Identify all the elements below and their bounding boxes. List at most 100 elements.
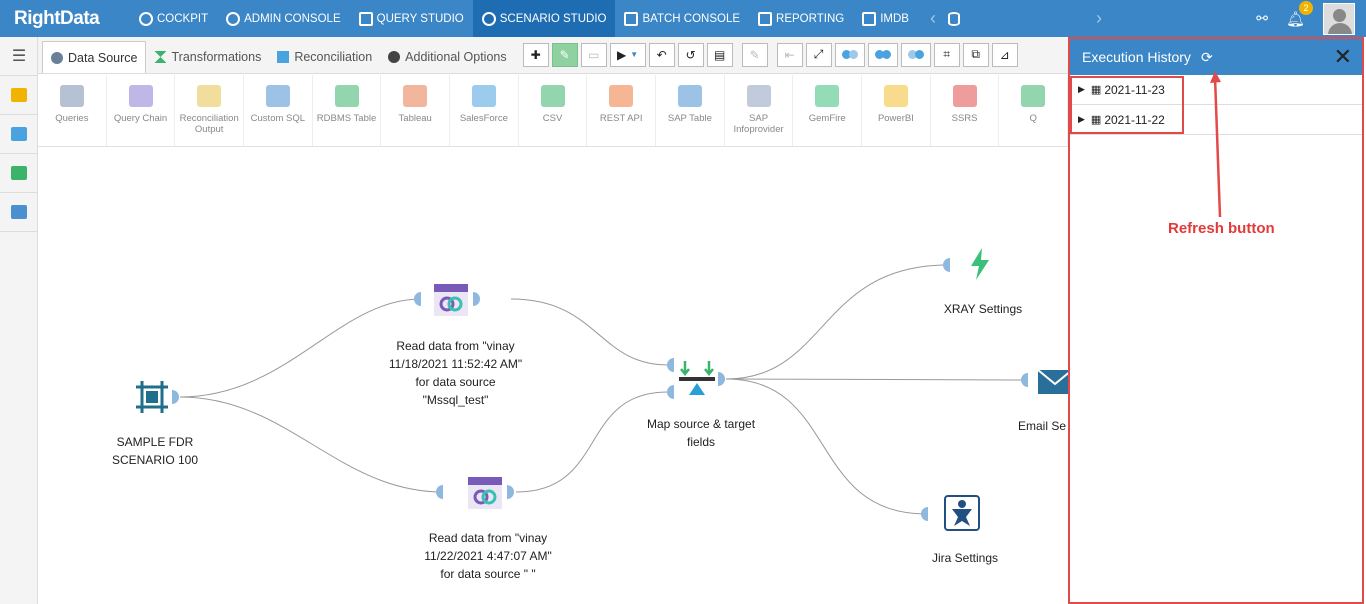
scenario-canvas[interactable]: SAMPLE FDR SCENARIO 100 Read data from "… [38,147,1068,604]
scenario-frame-icon[interactable] [134,379,170,415]
map-node-label: Map source & target fields [646,417,756,449]
execution-history-panel: Execution History ⟳ ✕ ▶ ▦ 2021-11-23 ▶ ▦… [1068,37,1364,604]
nav-query-studio[interactable]: QUERY STUDIO [350,0,473,37]
nav-admin-console[interactable]: ADMIN CONSOLE [217,0,350,37]
palette-item[interactable]: SalesForce [450,75,519,146]
query-chain-icon[interactable] [432,282,470,318]
palette-item[interactable]: Reconciliation Output [175,75,245,146]
palette-item[interactable]: PowerBI [862,75,931,146]
palette-item-label: SAP Infoprovider [733,113,784,135]
palette-source-icon [128,85,153,107]
edit-button[interactable]: ✎ [551,42,578,67]
tab-reconciliation[interactable]: Reconciliation [269,41,380,73]
palette-item-label: RDBMS Table [316,113,377,124]
palette-item[interactable]: Query Chain [107,75,176,146]
map-scale-icon[interactable] [678,359,716,397]
email-node-label: Email Se [1018,419,1067,433]
palette-item[interactable]: RDBMS Table [313,75,382,146]
expand-button[interactable]: ⤢ [805,42,832,67]
palette-item[interactable]: SSRS [931,75,1000,146]
nav-batch-console[interactable]: BATCH CONSOLE [615,0,749,37]
stack-icon[interactable] [947,11,960,26]
link-icon[interactable]: ⚯ [1256,10,1268,27]
chart-button[interactable]: ⊿ [991,42,1018,67]
nav-cockpit[interactable]: COCKPIT [130,0,217,37]
palette-source-icon [609,85,634,107]
monitor-button[interactable]: ▭ [580,42,607,67]
history-button[interactable]: ↺ [677,42,704,67]
palette-source-icon [59,85,84,107]
imdb-icon [862,11,877,26]
nav-scenario-studio[interactable]: SCENARIO STUDIO [472,0,616,37]
palette-source-icon [952,85,977,107]
avatar[interactable] [1323,2,1355,35]
history-highlight-box [1070,76,1184,134]
palette-item-label: Queries [55,113,89,124]
bell-icon[interactable]: 🔔︎ 2 [1286,0,1313,28]
rail-settings-button[interactable] [0,193,38,232]
venn-2-button[interactable] [867,42,898,67]
palette-item[interactable]: CSV [519,75,588,146]
palette-item-label: Tableau [398,113,432,124]
chevron-right-icon[interactable]: › [1084,8,1114,29]
venn-1-button[interactable] [834,42,865,67]
top-navigation-bar: RightData COCKPIT ADMIN CONSOLE QUERY ST… [0,0,1366,37]
refresh-icon[interactable]: ⟳ [1201,49,1213,66]
chevron-left-icon[interactable]: ‹ [918,8,948,29]
rail-folder-button[interactable] [0,76,38,115]
palette-item[interactable]: Q [999,75,1069,146]
add-button[interactable]: ✚ [522,42,549,67]
rail-add-button[interactable] [0,115,38,154]
palette-item[interactable]: Custom SQL [244,75,313,146]
email-icon[interactable] [1038,369,1068,395]
transform-icon [154,51,167,63]
canvas-toolbar: ✚ ✎ ▭ ▶ ▼ ↶ ↺ ▤ ✎ ⇤ ⤢ ⌗ ⧉ ⊿ [522,36,1021,73]
fit-button[interactable]: ⌗ [933,42,960,67]
rail-image-button[interactable] [0,154,38,193]
run-button[interactable]: ▶ ▼ [609,42,646,67]
palette-item[interactable]: REST API [587,75,657,146]
palette-item[interactable]: SAP Infoprovider [725,75,794,146]
read2-node-label: Read data from "vinay 11/22/2021 4:47:07… [424,531,552,581]
palette-item-label: REST API [599,113,643,124]
image-icon [11,166,27,180]
gear-icon [388,51,401,63]
menu-icon[interactable]: ☰ [0,37,38,76]
tab-data-source[interactable]: Data Source [42,41,147,73]
close-icon[interactable]: ✕ [1334,44,1352,70]
gear-icon [226,11,241,26]
palette-item[interactable]: SAP Table [656,75,725,146]
tab-additional-options[interactable]: Additional Options [380,41,514,73]
venn-3-button[interactable] [900,42,931,67]
palette-item-label: CSV [542,113,563,124]
tab-transformations[interactable]: Transformations [146,41,269,73]
palette-item[interactable]: Tableau [381,75,451,146]
palette-source-icon [815,85,840,107]
palette-source-icon [197,85,222,107]
copy-button[interactable]: ⧉ [962,42,989,67]
lightning-icon[interactable] [968,247,992,281]
edge-map-email [725,378,1027,381]
nav-imdb[interactable]: IMDB [853,0,918,37]
annotation-arrow [1210,71,1222,218]
palette-item[interactable]: GemFire [793,75,863,146]
book-icon [624,11,639,26]
edit-disabled-button[interactable]: ✎ [741,42,768,67]
left-rail: ☰ [0,37,38,604]
palette-source-icon [471,85,496,107]
app-logo[interactable]: RightData [0,8,130,30]
nav-reporting[interactable]: REPORTING [749,0,853,37]
report-button[interactable]: ▤ [706,42,733,67]
palette-item-label: Query Chain [113,113,168,124]
query-chain-icon[interactable] [466,475,504,511]
palette-item-label: SAP Table [667,113,712,124]
add-flow-icon [11,127,27,141]
refresh-annotation: Refresh button [1168,220,1275,237]
dashboard-icon [139,11,153,26]
palette-source-icon [540,85,565,107]
first-button[interactable]: ⇤ [776,42,803,67]
palette-item[interactable]: Queries [38,75,107,146]
jira-icon[interactable] [944,495,980,531]
undo-button[interactable]: ↶ [648,42,675,67]
palette-item-label: GemFire [808,113,846,124]
